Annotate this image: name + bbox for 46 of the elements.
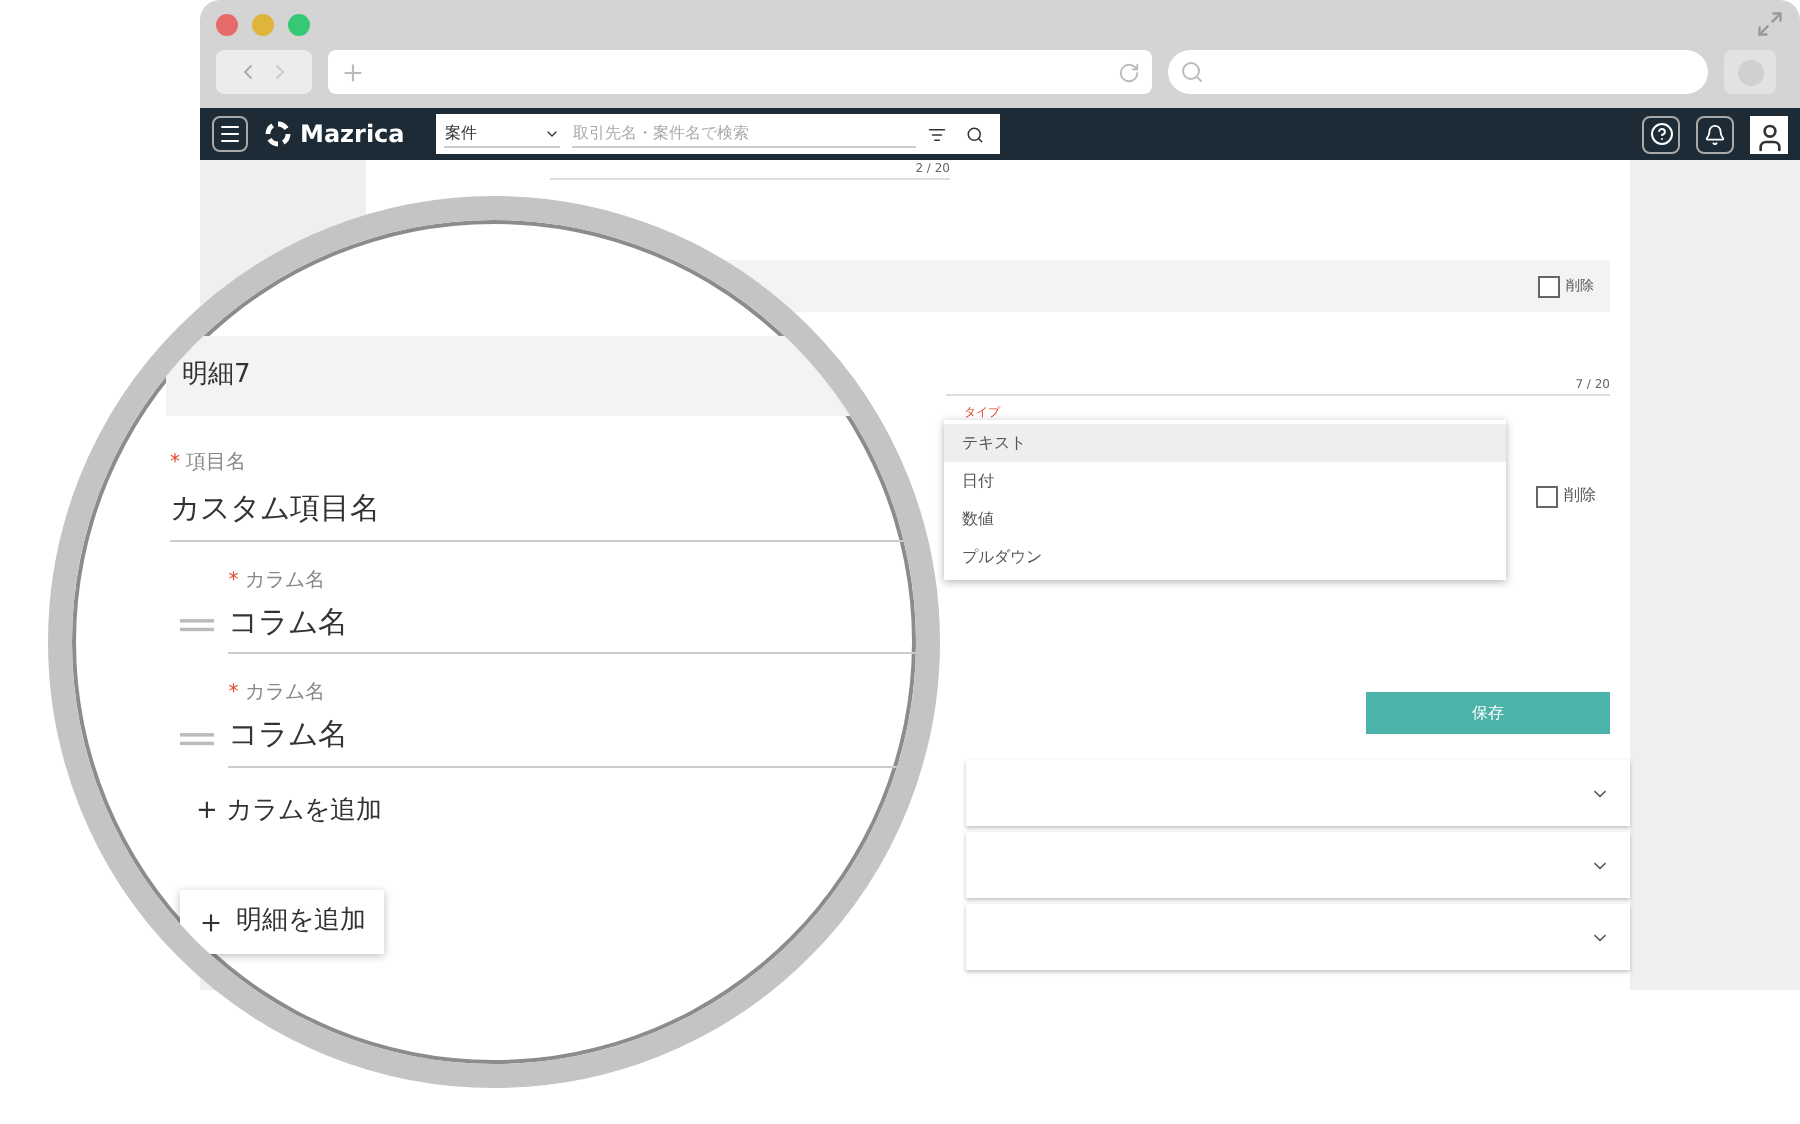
item-name-field[interactable]: * 項目名 カスタム項目名 [170, 448, 916, 541]
dropdown-option[interactable]: 日付 [944, 462, 1506, 500]
dropdown-option[interactable]: プルダウン [944, 538, 1506, 576]
help-button[interactable] [1642, 115, 1680, 153]
logo-icon [264, 120, 292, 148]
field-label: * カラム名 [228, 680, 327, 708]
bell-icon [1704, 123, 1726, 145]
search-icon[interactable] [966, 125, 985, 143]
drag-handle-icon[interactable] [180, 731, 215, 747]
menu-button[interactable] [212, 116, 248, 152]
scope-select[interactable]: 案件 [444, 121, 561, 147]
column-name-field[interactable]: * カラム名 コラム名 [228, 565, 916, 654]
checkbox[interactable] [1538, 275, 1560, 297]
help-icon [1649, 122, 1673, 146]
plus-icon[interactable] [340, 59, 366, 85]
address-bar[interactable] [328, 50, 1152, 94]
add-column-link[interactable]: + カラムを追加 [196, 791, 383, 830]
dropdown-option[interactable]: テキスト [944, 424, 1506, 462]
collapsed-panel[interactable] [966, 904, 1630, 970]
drag-handle-icon[interactable] [180, 618, 215, 634]
reload-icon[interactable] [1118, 61, 1140, 83]
plus-icon [198, 909, 224, 935]
section-title: 明細7 [182, 358, 251, 395]
collapsed-panel[interactable] [966, 760, 1630, 826]
field-label: * 項目名 [170, 450, 249, 478]
nav-buttons[interactable] [216, 50, 312, 94]
avatar[interactable] [1750, 115, 1788, 153]
field-label: * カラム名 [228, 567, 327, 595]
column-name-field[interactable]: * カラム名 コラム名 [228, 678, 916, 767]
global-search[interactable]: 案件 取引先名・案件名で検索 [436, 114, 1001, 154]
notification-button[interactable] [1696, 115, 1734, 153]
checkbox[interactable] [1536, 485, 1558, 507]
filter-icon[interactable] [928, 125, 947, 143]
add-detail-button[interactable]: 明細を追加 [180, 890, 384, 954]
person-silhouette-icon [1753, 121, 1785, 153]
field-value: カスタム項目名 [170, 488, 382, 530]
delete-label: 削除 [1564, 484, 1596, 508]
search-icon [1180, 60, 1204, 84]
expand-icon[interactable] [1756, 10, 1784, 38]
search-bar[interactable] [1168, 50, 1708, 94]
collapsed-panel[interactable] [966, 832, 1630, 898]
field-value: コラム名 [228, 714, 351, 756]
logo-text: Mazrica [300, 118, 405, 152]
field-value: コラム名 [228, 601, 351, 643]
menu-icon [218, 122, 242, 146]
dropdown-option[interactable]: 数値 [944, 500, 1506, 538]
